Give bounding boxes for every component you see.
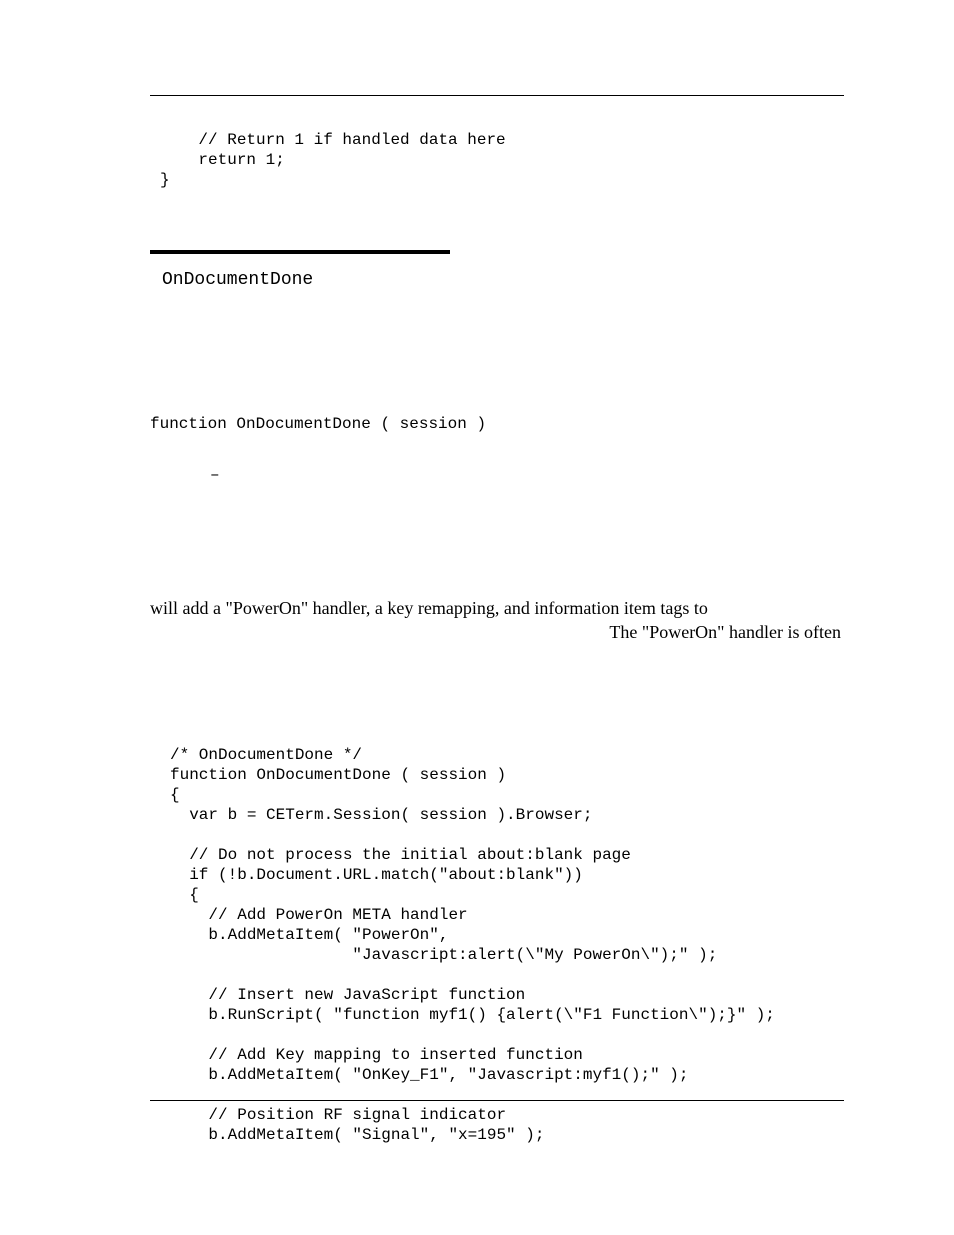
body-paragraph: will add a "PowerOn" handler, a key rema… (150, 596, 844, 645)
top-rule (150, 95, 844, 96)
section-divider (150, 250, 450, 254)
function-signature: function OnDocumentDone ( session ) (150, 413, 844, 435)
code-snippet-top: // Return 1 if handled data here return … (160, 130, 844, 190)
bottom-rule (150, 1100, 844, 1101)
signature-block: function OnDocumentDone ( session ) – (150, 413, 844, 486)
dash-glyph: – (210, 464, 844, 486)
body-line-1: will add a "PowerOn" handler, a key rema… (150, 596, 844, 620)
body-line-2: The "PowerOn" handler is often (150, 620, 844, 644)
page: // Return 1 if handled data here return … (0, 0, 954, 1235)
code-snippet-main: /* OnDocumentDone */ function OnDocument… (170, 745, 844, 1145)
section-title: OnDocumentDone (162, 268, 844, 293)
